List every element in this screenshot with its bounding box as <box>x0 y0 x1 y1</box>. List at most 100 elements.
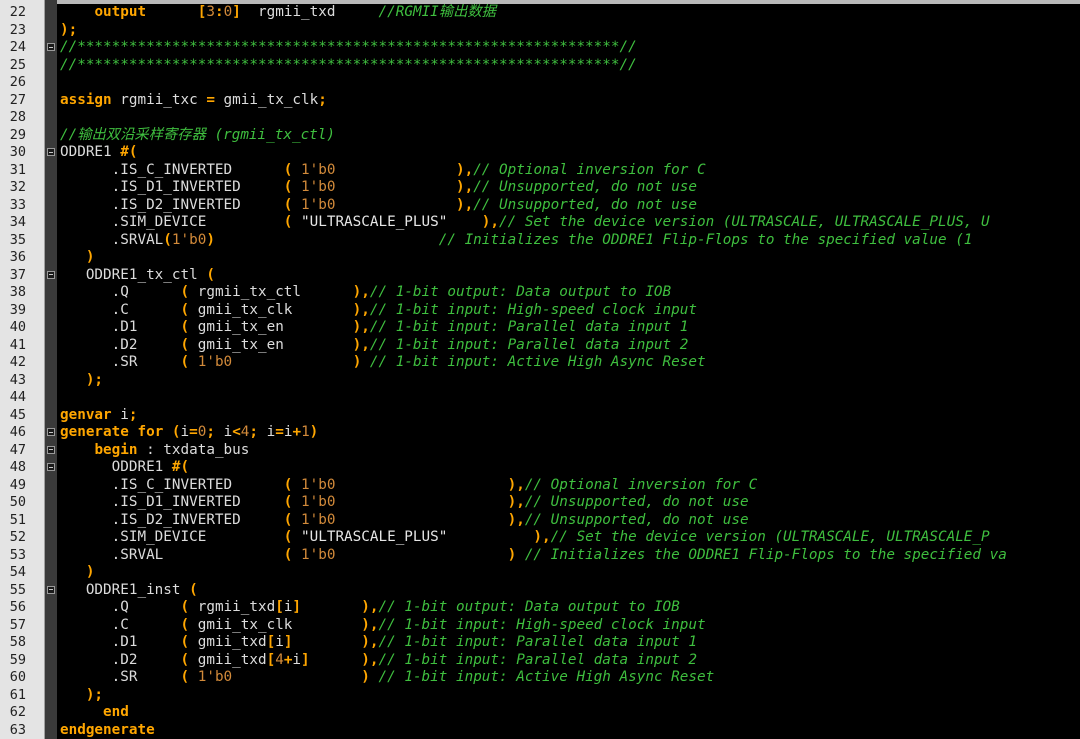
code-line[interactable]: 39 .C ( gmii_tx_clk ),// 1-bit input: Hi… <box>0 302 1080 320</box>
code-text[interactable]: ) <box>60 249 95 267</box>
fold-toggle-icon[interactable] <box>47 148 55 156</box>
code-token: ), <box>507 476 525 493</box>
code-line[interactable]: 45 genvar i; <box>0 407 1080 425</box>
code-line[interactable]: 57 .C ( gmii_tx_clk ),// 1-bit input: Hi… <box>0 617 1080 635</box>
code-text[interactable]: genvar i; <box>60 407 137 425</box>
code-line[interactable]: 37 ODDRE1_tx_ctl ( <box>0 267 1080 285</box>
code-token: //**************************************… <box>60 39 637 55</box>
code-text[interactable]: .D2 ( gmii_tx_en ),// 1-bit input: Paral… <box>60 336 689 355</box>
code-line[interactable]: 42 .SR ( 1'b0 ) // 1-bit input: Active H… <box>0 354 1080 372</box>
code-line[interactable]: 32 .IS_D1_INVERTED ( 1'b0 ),// Unsupport… <box>0 179 1080 197</box>
code-text[interactable]: generate for (i=0; i<4; i=i+1) <box>60 424 318 442</box>
fold-toggle-icon[interactable] <box>47 43 55 51</box>
code-text[interactable]: .IS_C_INVERTED ( 1'b0 ),// Optional inve… <box>60 162 706 180</box>
code-text[interactable]: .D2 ( gmii_txd[4+i] ),// 1-bit input: Pa… <box>60 652 697 670</box>
code-text[interactable]: output [3:0] rgmii_txd //RGMII输出数据 <box>60 4 496 22</box>
code-line[interactable]: 36 ) <box>0 249 1080 267</box>
code-line[interactable]: 44 <box>0 389 1080 407</box>
fold-toggle-icon[interactable] <box>47 270 55 279</box>
code-text[interactable]: //**************************************… <box>60 39 637 57</box>
code-line[interactable]: 49 .IS_C_INVERTED ( 1'b0 ),// Optional i… <box>0 477 1080 495</box>
code-text[interactable]: .SRVAL ( 1'b0 ) // Initializes the ODDRE… <box>60 547 1007 565</box>
code-text[interactable]: ODDRE1 #( <box>60 144 137 162</box>
code-text[interactable]: //输出双沿采样寄存器 (rgmii_tx_ctl) <box>60 127 335 145</box>
code-line[interactable]: 60 .SR ( 1'b0 ) // 1-bit input: Active H… <box>0 669 1080 687</box>
code-line[interactable]: 26 <box>0 74 1080 92</box>
code-text[interactable]: ODDRE1_tx_ctl ( <box>60 267 215 285</box>
code-token: gmii_txd <box>189 651 267 668</box>
code-line[interactable]: 38 .Q ( rgmii_tx_ctl ),// 1-bit output: … <box>0 284 1080 302</box>
code-line[interactable]: 27 assign rgmii_txc = gmii_tx_clk; <box>0 92 1080 110</box>
code-text[interactable]: .IS_D2_INVERTED ( 1'b0 ),// Unsupported,… <box>60 512 749 530</box>
code-text[interactable]: .D1 ( gmii_tx_en ),// 1-bit input: Paral… <box>60 319 689 337</box>
code-line[interactable]: 46 generate for (i=0; i<4; i=i+1) <box>0 424 1080 442</box>
code-line[interactable]: 34 .SIM_DEVICE ( "ULTRASCALE_PLUS" ),// … <box>0 214 1080 232</box>
fold-toggle-icon[interactable] <box>47 463 55 471</box>
code-text[interactable]: endgenerate <box>60 722 155 739</box>
code-text[interactable]: ); <box>60 372 103 390</box>
code-line[interactable]: 51 .IS_D2_INVERTED ( 1'b0 ),// Unsupport… <box>0 512 1080 530</box>
code-text[interactable]: .IS_D1_INVERTED ( 1'b0 ),// Unsupported,… <box>60 494 749 512</box>
code-text[interactable]: ); <box>60 22 77 40</box>
code-line[interactable]: 62 end <box>0 704 1080 722</box>
code-line[interactable]: 25 //************************************… <box>0 57 1080 75</box>
code-line[interactable]: 52 .SIM_DEVICE ( "ULTRASCALE_PLUS" ),// … <box>0 529 1080 547</box>
code-token: ), <box>455 196 474 213</box>
code-line[interactable]: 56 .Q ( rgmii_txd[i] ),// 1-bit output: … <box>0 599 1080 617</box>
code-text[interactable]: .D1 ( gmii_txd[i] ),// 1-bit input: Para… <box>60 634 697 652</box>
code-text[interactable]: .SRVAL(1'b0) // Initializes the ODDRE1 F… <box>60 232 973 250</box>
code-text[interactable]: ); <box>60 687 103 705</box>
code-text[interactable]: .SIM_DEVICE ( "ULTRASCALE_PLUS" ),// Set… <box>60 529 990 547</box>
code-line[interactable]: 41 .D2 ( gmii_tx_en ),// 1-bit input: Pa… <box>0 337 1080 355</box>
code-token: ( <box>180 319 190 335</box>
code-line[interactable]: 48 ODDRE1 #( <box>0 459 1080 477</box>
code-line[interactable]: 29 //输出双沿采样寄存器 (rgmii_tx_ctl) <box>0 127 1080 145</box>
code-text[interactable]: .Q ( rgmii_txd[i] ),// 1-bit output: Dat… <box>60 599 680 617</box>
fold-toggle-icon[interactable] <box>47 445 55 454</box>
code-line[interactable]: 40 .D1 ( gmii_tx_en ),// 1-bit input: Pa… <box>0 319 1080 337</box>
fold-toggle-icon[interactable] <box>47 585 55 594</box>
code-text[interactable]: ODDRE1 #( <box>60 459 189 477</box>
code-text[interactable]: end <box>60 704 129 722</box>
code-text[interactable]: .IS_D2_INVERTED ( 1'b0 ),// Unsupported,… <box>60 197 697 215</box>
code-token: 1'b0 <box>301 196 336 213</box>
code-text[interactable]: .C ( gmii_tx_clk ),// 1-bit input: High-… <box>60 617 706 635</box>
code-text[interactable]: //**************************************… <box>60 57 637 75</box>
code-text[interactable]: .SIM_DEVICE ( "ULTRASCALE_PLUS" ),// Set… <box>60 214 990 232</box>
code-text[interactable]: .SR ( 1'b0 ) // 1-bit input: Active High… <box>60 354 706 372</box>
code-line[interactable]: 31 .IS_C_INVERTED ( 1'b0 ),// Optional i… <box>0 162 1080 180</box>
code-line[interactable]: 50 .IS_D1_INVERTED ( 1'b0 ),// Unsupport… <box>0 494 1080 512</box>
code-editor[interactable]: 22 output [3:0] rgmii_txd //RGMII输出数据 23)… <box>0 0 1080 739</box>
code-line[interactable]: 24 //************************************… <box>0 39 1080 57</box>
code-text[interactable]: .SR ( 1'b0 ) // 1-bit input: Active High… <box>60 669 715 687</box>
code-token: // 1-bit input: Parallel data input 2 <box>369 336 689 353</box>
code-line[interactable]: 63 endgenerate <box>0 722 1080 739</box>
code-text[interactable]: ODDRE1_inst ( <box>60 582 198 600</box>
code-line[interactable]: 28 <box>0 109 1080 127</box>
code-line[interactable]: 55 ODDRE1_inst ( <box>0 582 1080 600</box>
code-text[interactable]: .IS_D1_INVERTED ( 1'b0 ),// Unsupported,… <box>60 179 697 197</box>
code-line[interactable]: 59 .D2 ( gmii_txd[4+i] ),// 1-bit input:… <box>0 652 1080 670</box>
code-line[interactable]: 53 .SRVAL ( 1'b0 ) // Initializes the OD… <box>0 547 1080 565</box>
code-token: [ <box>266 651 276 668</box>
code-line[interactable]: 58 .D1 ( gmii_txd[i] ),// 1-bit input: P… <box>0 634 1080 652</box>
code-line[interactable]: 23); <box>0 22 1080 40</box>
code-line[interactable]: 43 ); <box>0 372 1080 390</box>
code-line[interactable]: 30 ODDRE1 #( <box>0 144 1080 162</box>
code-text[interactable]: assign rgmii_txc = gmii_tx_clk; <box>60 92 327 110</box>
code-line[interactable]: 61 ); <box>0 687 1080 705</box>
code-line[interactable]: 35 .SRVAL(1'b0) // Initializes the ODDRE… <box>0 232 1080 250</box>
code-text[interactable]: .C ( gmii_tx_clk ),// 1-bit input: High-… <box>60 302 697 320</box>
code-text[interactable]: .IS_C_INVERTED ( 1'b0 ),// Optional inve… <box>60 476 758 495</box>
line-number: 38 <box>9 284 26 300</box>
code-text[interactable]: ) <box>60 564 95 582</box>
code-line[interactable]: 47 begin : txdata_bus <box>0 442 1080 460</box>
code-line[interactable]: 33 .IS_D2_INVERTED ( 1'b0 ),// Unsupport… <box>0 197 1080 215</box>
code-line[interactable]: 54 ) <box>0 564 1080 582</box>
code-text[interactable]: begin : txdata_bus <box>60 442 249 460</box>
fold-toggle-icon[interactable] <box>47 428 55 436</box>
code-text[interactable]: .Q ( rgmii_tx_ctl ),// 1-bit output: Dat… <box>60 284 672 302</box>
code-line[interactable]: 22 output [3:0] rgmii_txd //RGMII输出数据 <box>0 4 1080 22</box>
